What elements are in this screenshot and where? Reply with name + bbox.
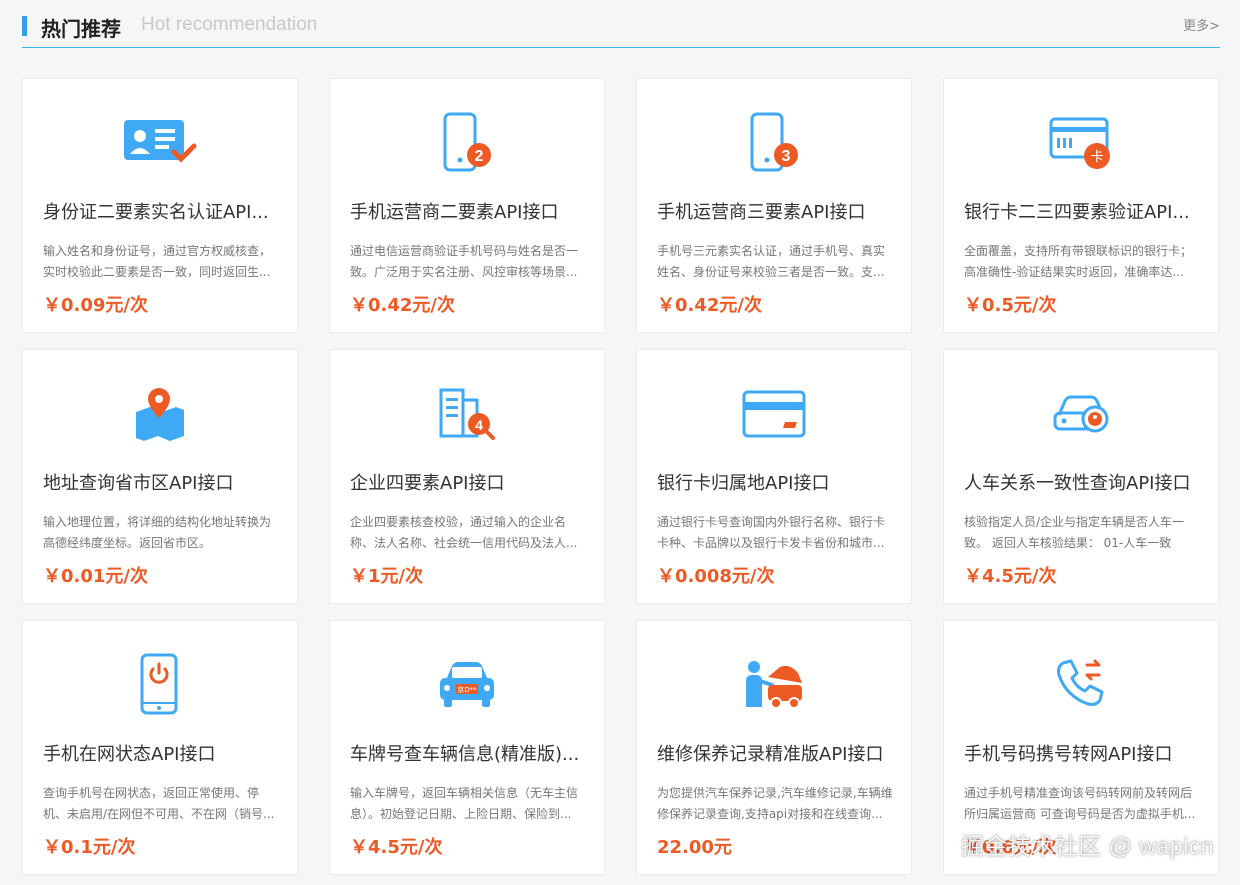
card-description: 通过银行卡号查询国内外银行名称、银行卡卡种、卡品牌以及银行卡发卡省份和城市... — [657, 515, 886, 550]
svg-text:卡: 卡 — [1090, 150, 1103, 165]
phone-three-icon: 3 — [637, 111, 911, 175]
car-plate-icon: 京D** — [330, 653, 604, 717]
more-link[interactable]: 更多> — [1183, 15, 1220, 34]
svg-text:3: 3 — [782, 148, 791, 165]
api-card[interactable]: 地址查询省市区API接口 输入地理位置，将详细的结构化地址转换为高德经纬度坐标。… — [22, 349, 298, 604]
api-card[interactable]: 4 企业四要素API接口 企业四要素核查校验，通过输入的企业名称、法人名称、社会… — [329, 349, 605, 604]
card-title: 手机号码携号转网API接口 — [964, 744, 1173, 765]
building-search-icon: 4 — [330, 382, 604, 446]
card-title: 银行卡归属地API接口 — [657, 473, 830, 494]
card-price: ￥0.01元/次 — [43, 566, 148, 587]
card-title: 企业四要素API接口 — [350, 473, 505, 494]
card-price: ￥0.5元/次 — [964, 295, 1057, 316]
card-price: ￥0.42元/次 — [657, 295, 762, 316]
card-price: ￥4.5元/次 — [350, 837, 443, 858]
api-card[interactable]: 身份证二要素实名认证API... 输入姓名和身份证号，通过官方权威核查，实时校验… — [22, 78, 298, 333]
card-description: 查询手机号在网状态，返回正常使用、停机、未启用/在网但不可用、不在网（销号... — [43, 786, 275, 821]
card-title: 车牌号查车辆信息(精准版)... — [350, 744, 580, 765]
api-card[interactable]: 2 手机运营商二要素API接口 通过电信运营商验证手机号码与姓名是否一致。广泛用… — [329, 78, 605, 333]
api-card[interactable]: 手机在网状态API接口 查询手机号在网状态，返回正常使用、停机、未启用/在网但不… — [22, 620, 298, 875]
car-person-icon — [944, 382, 1218, 446]
phone-transfer-icon — [944, 653, 1218, 717]
phone-power-icon — [23, 653, 297, 717]
api-card[interactable]: 维修保养记录精准版API接口 为您提供汽车保养记录,汽车维修记录,车辆维修保养记… — [636, 620, 912, 875]
watermark: 掘金技术社区 @ wapicn — [960, 833, 1214, 859]
phone-two-icon: 2 — [330, 111, 604, 175]
card-description: 输入车牌号，返回车辆相关信息（无车主信息）。初始登记日期、上险日期、保险到... — [350, 786, 579, 821]
card-title: 身份证二要素实名认证API... — [43, 202, 269, 223]
card-description: 通过电信运营商验证手机号码与姓名是否一致。广泛用于实名注册、风控审核等场景... — [350, 244, 579, 279]
card-price: ￥0.42元/次 — [350, 295, 455, 316]
card-description: 通过手机号精准查询该号码转网前及转网后所归属运营商 可查询号码是否为虚拟手机..… — [964, 786, 1196, 821]
map-pin-icon — [23, 382, 297, 446]
svg-text:2: 2 — [475, 148, 484, 165]
card-description: 输入姓名和身份证号，通过官方权威核查，实时校验此二要素是否一致，同时返回生... — [43, 244, 272, 279]
card-title: 维修保养记录精准版API接口 — [657, 744, 884, 765]
header-accent-bar — [22, 16, 27, 36]
bank-card-verify-icon: 卡 — [944, 111, 1218, 175]
car-repair-icon — [637, 653, 911, 717]
card-price: 22.00元 — [657, 837, 732, 858]
card-price: ￥1元/次 — [350, 566, 424, 587]
section-subtitle: Hot recommendation — [141, 14, 318, 35]
card-price: ￥0.09元/次 — [43, 295, 148, 316]
card-description: 手机号三元素实名认证，通过手机号、真实姓名、身份证号来校验三者是否一致。支... — [657, 244, 886, 279]
api-card[interactable]: 3 手机运营商三要素API接口 手机号三元素实名认证，通过手机号、真实姓名、身份… — [636, 78, 912, 333]
svg-text:4: 4 — [475, 417, 483, 433]
card-title: 手机运营商三要素API接口 — [657, 202, 866, 223]
recommendation-grid: 身份证二要素实名认证API... 输入姓名和身份证号，通过官方权威核查，实时校验… — [22, 78, 1219, 875]
card-description: 企业四要素核查校验，通过输入的企业名称、法人名称、社会统一信用代码及法人... — [350, 515, 578, 550]
svg-text:京D**: 京D** — [457, 685, 477, 694]
bank-card-icon — [637, 382, 911, 446]
api-card[interactable]: 卡 银行卡二三四要素验证API... 全面覆盖，支持所有带银联标识的银行卡；高准… — [943, 78, 1219, 333]
card-price: ￥0.1元/次 — [43, 837, 136, 858]
api-card[interactable]: 京D** 车牌号查车辆信息(精准版)... 输入车牌号，返回车辆相关信息（无车主… — [329, 620, 605, 875]
card-title: 手机运营商二要素API接口 — [350, 202, 559, 223]
card-title: 手机在网状态API接口 — [43, 744, 216, 765]
card-title: 人车关系一致性查询API接口 — [964, 473, 1191, 494]
card-title: 地址查询省市区API接口 — [43, 473, 234, 494]
card-price: ￥4.5元/次 — [964, 566, 1057, 587]
api-card[interactable]: 人车关系一致性查询API接口 核验指定人员/企业与指定车辆是否人车一致。 返回人… — [943, 349, 1219, 604]
section-header: 热门推荐 Hot recommendation 更多> — [22, 0, 1220, 48]
card-description: 核验指定人员/企业与指定车辆是否人车一致。 返回人车核验结果： 01-人车一致 … — [964, 515, 1185, 550]
id-card-check-icon — [23, 111, 297, 175]
card-description: 为您提供汽车保养记录,汽车维修记录,车辆维修保养记录查询,支持api对接和在线查… — [657, 786, 893, 821]
card-price: ￥0.008元/次 — [657, 566, 775, 587]
card-description: 输入地理位置，将详细的结构化地址转换为高德经纬度坐标。返回省市区。 — [43, 515, 272, 550]
section-title: 热门推荐 — [41, 17, 121, 41]
card-description: 全面覆盖，支持所有带银联标识的银行卡；高准确性-验证结果实时返回，准确率达... — [964, 244, 1193, 279]
api-card[interactable]: 银行卡归属地API接口 通过银行卡号查询国内外银行名称、银行卡卡种、卡品牌以及银… — [636, 349, 912, 604]
card-title: 银行卡二三四要素验证API... — [964, 202, 1190, 223]
